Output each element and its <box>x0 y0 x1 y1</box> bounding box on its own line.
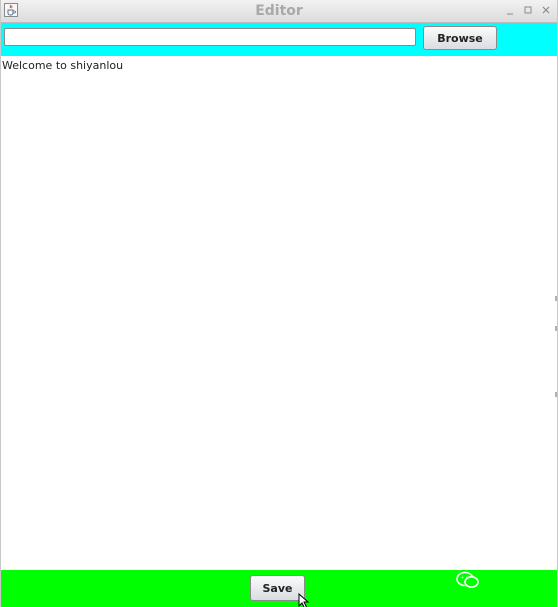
window-title: Editor <box>255 3 303 19</box>
file-path-panel: Browse <box>1 23 557 56</box>
title-bar[interactable]: Editor <box>1 0 557 23</box>
editor-content: Welcome to shiyanlou <box>2 59 124 72</box>
maximize-icon[interactable] <box>523 4 533 16</box>
editor-window: Editor Browse Welcome to shiyanlou Save <box>0 0 558 607</box>
watermark <box>456 570 480 590</box>
file-path-input[interactable] <box>4 28 416 46</box>
mouse-cursor-icon <box>298 593 310 607</box>
edge-tick <box>555 296 557 301</box>
edge-tick <box>555 392 557 397</box>
editor-text-area[interactable]: Welcome to shiyanlou <box>1 56 557 570</box>
browse-button[interactable]: Browse <box>423 26 497 50</box>
save-button[interactable]: Save <box>250 575 305 601</box>
close-icon[interactable] <box>541 4 551 16</box>
minimize-icon[interactable] <box>505 4 515 16</box>
window-controls <box>505 4 551 18</box>
edge-tick <box>555 326 557 331</box>
wechat-icon <box>456 571 479 588</box>
